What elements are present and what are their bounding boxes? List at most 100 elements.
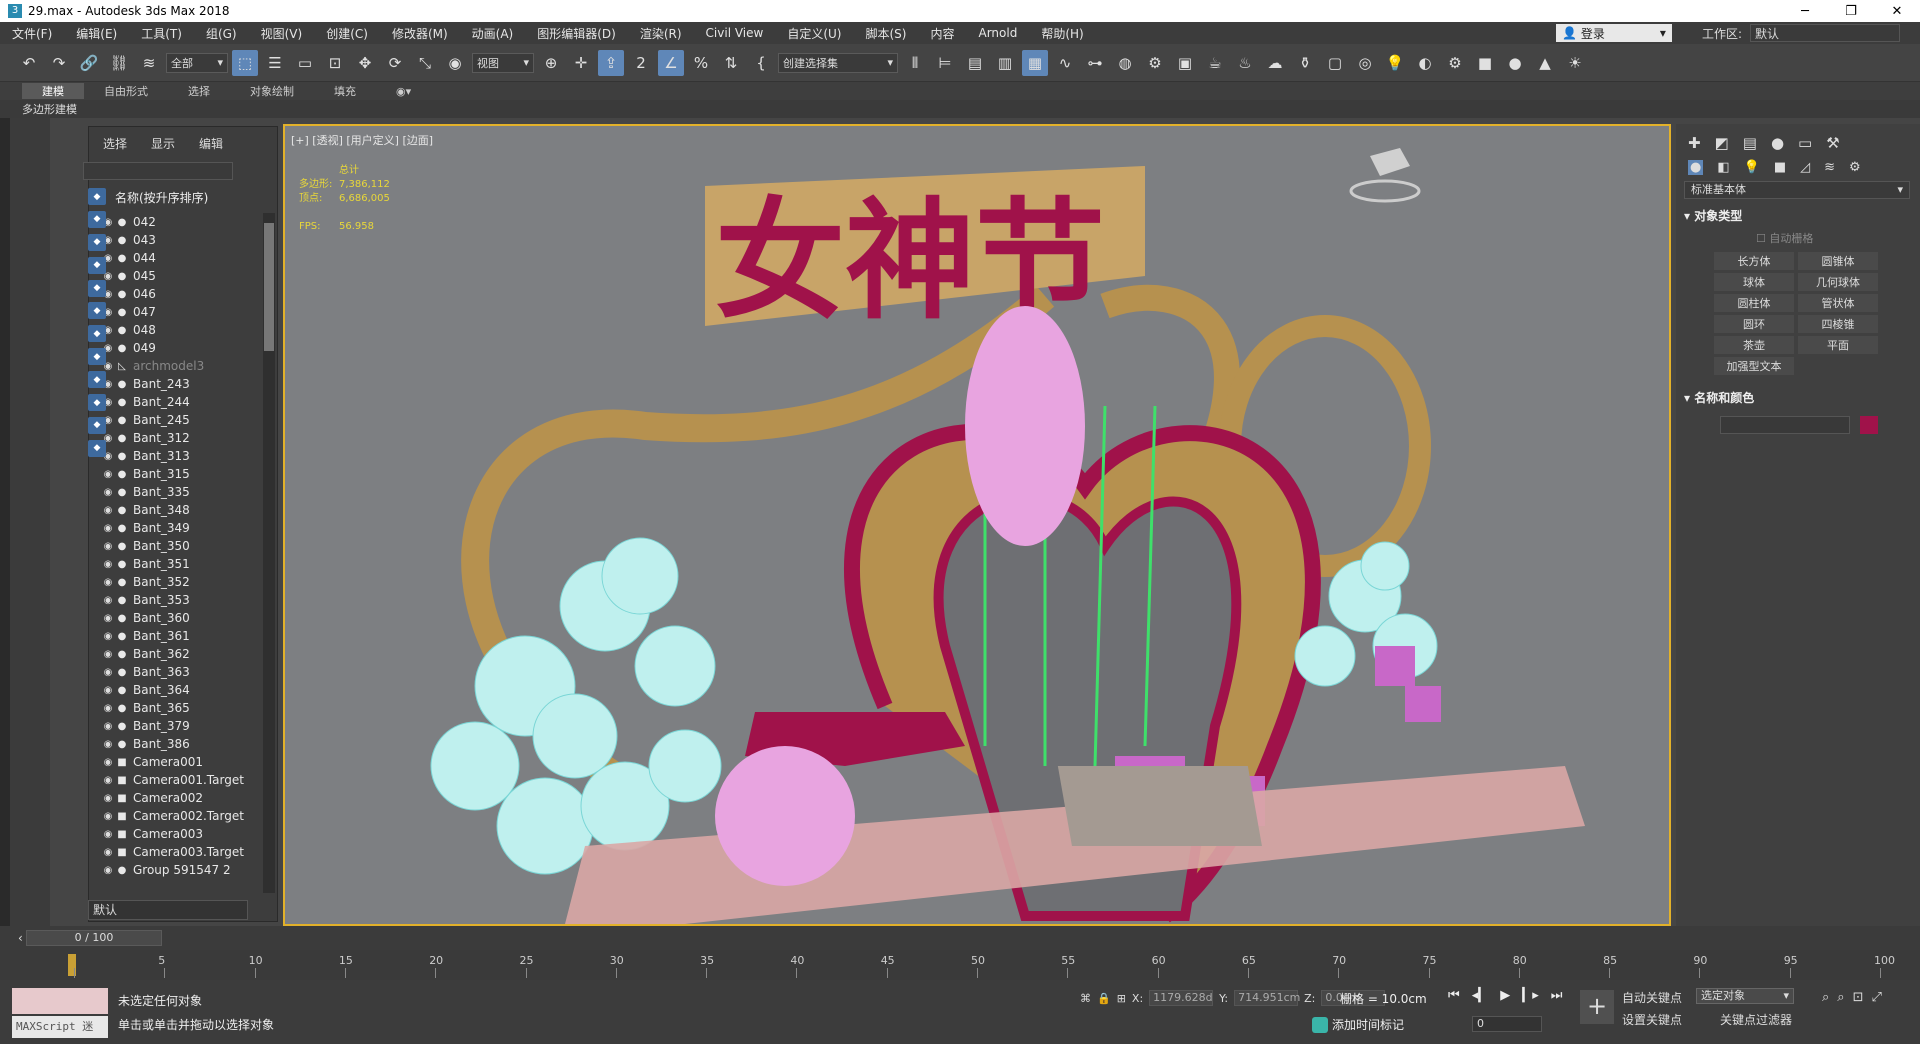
helpers-filter-icon[interactable]: ◆ (88, 279, 106, 297)
explorer-item[interactable]: ◉ ● Bant_243 (101, 375, 261, 393)
workspace-select[interactable]: 默认 (1750, 24, 1900, 42)
scrollbar-thumb[interactable] (264, 223, 274, 351)
explorer-item[interactable]: ◉ ■ Camera002 (101, 789, 261, 807)
utilities-tab-icon[interactable]: ⚒ (1826, 134, 1839, 152)
reference-coordinate-select[interactable]: 视图 ▾ (472, 52, 534, 73)
menu-customize[interactable]: 自定义(U) (775, 25, 853, 42)
space-warps-icon[interactable]: ≋ (1824, 160, 1835, 175)
visibility-eye-icon[interactable]: ◉ (101, 505, 115, 516)
primitive-type-select[interactable]: 标准基本体 ▾ (1684, 181, 1910, 199)
visibility-eye-icon[interactable]: ◉ (101, 721, 115, 732)
space-warps-filter-icon[interactable]: ◆ (88, 302, 106, 320)
teapot-button[interactable]: 茶壶 (1714, 336, 1794, 354)
visibility-eye-icon[interactable]: ◉ (101, 595, 115, 606)
explorer-tab-edit[interactable]: 编辑 (199, 135, 223, 152)
lights-icon[interactable]: 💡 (1744, 160, 1760, 175)
motion-tab-icon[interactable]: ● (1771, 134, 1784, 152)
explorer-item[interactable]: ◉ ● 048 (101, 321, 261, 339)
explorer-item[interactable]: ◉ ● Bant_335 (101, 483, 261, 501)
light-icon[interactable]: 💡 (1382, 50, 1408, 76)
x-coordinate[interactable]: 1179.628d (1149, 990, 1214, 1006)
render-iterative-icon[interactable]: ♨ (1232, 50, 1258, 76)
maximize-viewport-icon[interactable]: ⤢ (1871, 990, 1881, 1005)
shapes-filter-icon[interactable]: ◆ (88, 210, 106, 228)
previous-frame-icon[interactable]: ◂▎ (1472, 988, 1489, 1003)
layer-select[interactable]: 默认 (88, 900, 248, 920)
scene-explorer-icon[interactable]: ▥ (992, 50, 1018, 76)
play-icon[interactable]: ▶ (1500, 988, 1510, 1003)
time-prev-icon[interactable]: ‹ (18, 931, 23, 945)
shapes-icon[interactable]: ◧ (1717, 160, 1729, 175)
edit-named-selection-icon[interactable]: { (748, 50, 774, 76)
explorer-item[interactable]: ◉ ● 047 (101, 303, 261, 321)
visibility-eye-icon[interactable]: ◉ (101, 775, 115, 786)
maxscript-listener[interactable]: MAXScript 迷 (12, 1016, 108, 1038)
render-production-icon[interactable]: ☕ (1202, 50, 1228, 76)
lights-filter-icon[interactable]: ◆ (88, 233, 106, 251)
name-color-rollout[interactable]: ▾ 名称和颜色 (1684, 389, 1920, 406)
visibility-eye-icon[interactable]: ◉ (101, 865, 115, 876)
window-crossing-icon[interactable]: ⊡ (322, 50, 348, 76)
ribbon-toggle-icon[interactable]: ▦ (1022, 49, 1048, 76)
keyboard-shortcut-toggle-icon[interactable]: ⇪ (598, 49, 624, 76)
zoom-icon[interactable]: ⌕ (1822, 990, 1829, 1005)
visibility-eye-icon[interactable]: ◉ (101, 847, 115, 858)
menu-arnold[interactable]: Arnold (966, 26, 1029, 40)
explorer-item[interactable]: ◉ ● Bant_245 (101, 411, 261, 429)
mirror-icon[interactable]: ⫴ (902, 50, 928, 76)
torus-button[interactable]: 圆环 (1714, 315, 1794, 333)
geosphere-button[interactable]: 几何球体 (1798, 273, 1878, 291)
explorer-item[interactable]: ◉ ■ Camera003.Target (101, 843, 261, 861)
set-key-icon[interactable]: + (1580, 990, 1614, 1024)
explorer-item[interactable]: ◉ ■ Camera002.Target (101, 807, 261, 825)
select-object-icon[interactable]: ⬚ (232, 49, 258, 76)
tab-selection[interactable]: 选择 (168, 83, 230, 99)
visibility-eye-icon[interactable]: ◉ (101, 577, 115, 588)
menu-animation[interactable]: 动画(A) (460, 25, 526, 42)
explorer-item[interactable]: ◉ ● Group 591547 2 (101, 861, 261, 879)
explorer-item[interactable]: ◉ ● Bant_349 (101, 519, 261, 537)
next-frame-icon[interactable]: ▎▸ (1522, 988, 1539, 1003)
select-manipulate-icon[interactable]: ✛ (568, 50, 594, 76)
visibility-eye-icon[interactable]: ◉ (101, 703, 115, 714)
go-to-start-icon[interactable]: ⏮ (1448, 988, 1460, 1003)
explorer-item[interactable]: ◉ ◺ archmodel3 (101, 357, 261, 375)
visibility-eye-icon[interactable]: ◉ (101, 631, 115, 642)
tab-object-paint[interactable]: 对象绘制 (230, 83, 314, 99)
visibility-eye-icon[interactable]: ◉ (101, 613, 115, 624)
visibility-eye-icon[interactable]: ◉ (101, 541, 115, 552)
key-mode-select[interactable]: 选定对象 ▾ (1696, 988, 1794, 1004)
explorer-scrollbar[interactable] (263, 213, 275, 893)
explorer-search-input[interactable] (83, 162, 233, 180)
menu-graph-editors[interactable]: 图形编辑器(D) (525, 25, 628, 42)
y-coordinate[interactable]: 714.951cm (1234, 990, 1300, 1006)
cone-primitive-icon[interactable]: ▲ (1532, 50, 1558, 76)
menu-civil-view[interactable]: Civil View (694, 26, 776, 40)
plane-button[interactable]: 平面 (1798, 336, 1878, 354)
explorer-item[interactable]: ◉ ● Bant_360 (101, 609, 261, 627)
explorer-item[interactable]: ◉ ● 046 (101, 285, 261, 303)
time-slider[interactable]: 0 / 100 (26, 930, 162, 946)
explorer-item[interactable]: ◉ ● 042 (101, 213, 261, 231)
menu-tools[interactable]: 工具(T) (129, 25, 194, 42)
explorer-item[interactable]: ◉ ● Bant_361 (101, 627, 261, 645)
key-filters-button[interactable]: 关键点过滤器 (1720, 1011, 1792, 1028)
menu-edit[interactable]: 编辑(E) (64, 25, 129, 42)
hidden-filter-icon[interactable]: ◆ (88, 439, 106, 457)
absolute-mode-icon[interactable]: ⊞ (1117, 992, 1126, 1005)
box-button[interactable]: 长方体 (1714, 252, 1794, 270)
menu-content[interactable]: 内容 (918, 25, 966, 42)
helpers-icon[interactable]: ◿ (1800, 160, 1810, 175)
percent-snap-icon[interactable]: % (688, 50, 714, 76)
cameras-filter-icon[interactable]: ◆ (88, 256, 106, 274)
visibility-eye-icon[interactable]: ◉ (101, 667, 115, 678)
current-frame-input[interactable]: 0 (1472, 1016, 1542, 1032)
menu-help[interactable]: 帮助(H) (1029, 25, 1095, 42)
sun-icon[interactable]: ☀ (1562, 50, 1588, 76)
explorer-item[interactable]: ◉ ● Bant_313 (101, 447, 261, 465)
explorer-item[interactable]: ◉ ● Bant_365 (101, 699, 261, 717)
menu-scripting[interactable]: 脚本(S) (853, 25, 918, 42)
zoom-extents-icon[interactable]: ⊡ (1853, 990, 1864, 1005)
scale-icon[interactable]: ⤡ (412, 50, 438, 76)
object-type-rollout[interactable]: ▾ 对象类型 (1684, 207, 1920, 224)
